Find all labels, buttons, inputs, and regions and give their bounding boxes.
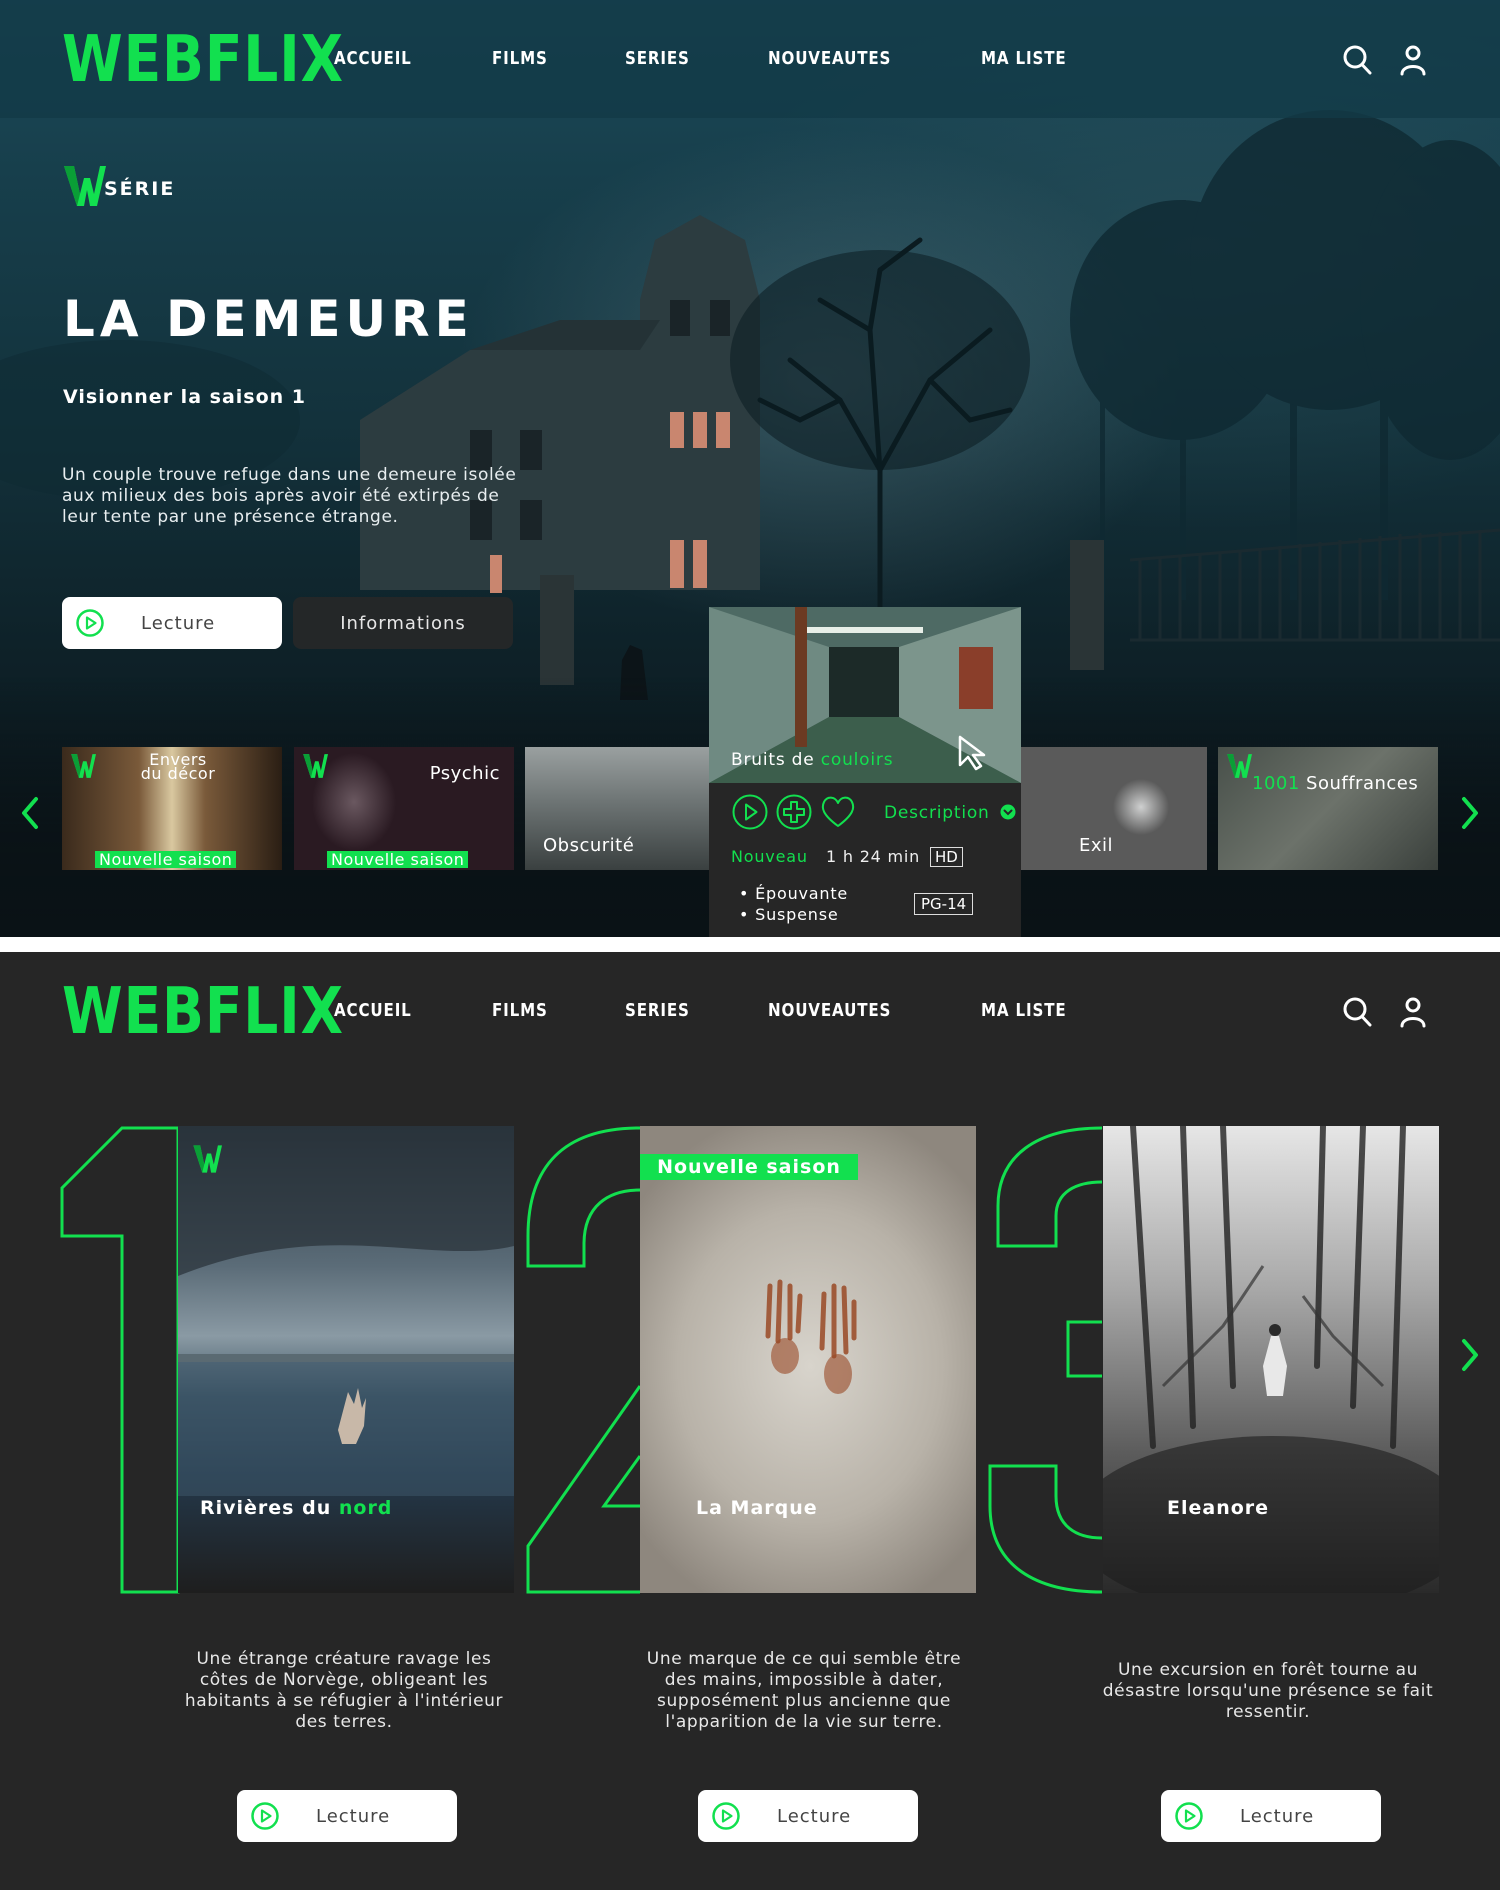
top-three-next-arrow-icon[interactable] [1458,1335,1482,1375]
genre-list: • Épouvante • Suspense [739,883,848,925]
mouse-cursor-icon [958,735,986,771]
webflix-w-icon [192,1142,222,1176]
main-nav: ACCUEIL FILMS SERIES NOUVEAUTES MA LISTE [334,1000,1148,1021]
la-marque-image [765,1279,857,1394]
user-icon[interactable] [1398,44,1428,76]
top-three-panel: WEBFLIX ACCUEIL FILMS SERIES NOUVEAUTES … [0,952,1500,1890]
hero-info-label: Informations [340,612,466,634]
webflix-logo[interactable]: WEBFLIX [62,26,344,94]
nav-item-series[interactable]: SERIES [625,48,690,69]
title-highlight: nord [338,1497,393,1519]
genre-item: • Épouvante [739,884,849,903]
nav-item-accueil[interactable]: ACCUEIL [334,48,412,69]
card-play-button[interactable]: Lecture [237,1790,457,1842]
carousel-item-title: Envers du décor [140,750,216,783]
hero-season-link[interactable]: Visionner la saison 1 [63,386,306,408]
card-play-button[interactable]: Lecture [698,1790,918,1842]
rank-number-2 [526,1126,642,1594]
webflix-w-icon [302,753,328,779]
webflix-w-icon [1226,753,1252,779]
card-play-label: Lecture [777,1805,852,1827]
card-title: La Marque [696,1497,818,1519]
rivieres-du-nord-image [178,1126,514,1496]
add-to-list-icon[interactable] [775,793,813,831]
card-play-label: Lecture [1240,1805,1315,1827]
eleanore-image [1103,1126,1439,1593]
hero-panel: WEBFLIX ACCUEIL FILMS SERIES NOUVEAUTES … [0,0,1500,937]
new-season-tag: Nouvelle saison [327,851,469,868]
nav-item-nouveautes[interactable]: NOUVEAUTES [768,1000,891,1021]
hero-info-button[interactable]: Informations [293,597,513,649]
carousel-item-1001-souffrances[interactable]: 1001 Souffrances [1218,747,1438,870]
carousel-next-arrow-icon[interactable] [1458,793,1482,833]
rank-number-1 [60,1126,180,1594]
carousel-item-obscurite[interactable]: Obscurité [525,747,710,870]
carousel-item-title: 1001 Souffrances [1252,773,1418,794]
nav-item-films[interactable]: FILMS [492,1000,548,1021]
carousel-item-title: Exil [1079,835,1114,856]
hero-title: LA DEMEURE [63,290,474,348]
description-label: Description [884,803,990,823]
expanded-title: Bruits de couloirs [731,750,893,770]
webflix-w-icon [70,753,96,779]
new-season-tag: Nouvelle saison [95,851,237,868]
webflix-w-icon [62,164,106,208]
play-icon[interactable] [731,793,769,831]
carousel-item-title: Obscurité [543,835,635,856]
card-description: Une marque de ce qui semble être des mai… [646,1649,962,1732]
search-icon[interactable] [1342,996,1372,1028]
webflix-logo[interactable]: WEBFLIX [62,978,344,1046]
top-card-eleanore[interactable]: Eleanore [1103,1126,1439,1593]
title-prefix: Bruits de [731,750,821,770]
hero-description: Un couple trouve refuge dans une demeure… [62,465,517,527]
play-icon [250,1801,280,1831]
duration-label: 1 h 24 min [826,847,921,866]
play-icon [75,608,105,638]
play-icon [711,1801,741,1831]
carousel-item-bruits-de-couloirs-expanded[interactable]: Bruits de couloirs Description Nouveau 1… [709,607,1021,937]
card-title: Eleanore [1167,1497,1270,1519]
serie-badge: SÉRIE [62,164,175,208]
serie-badge-label: SÉRIE [104,178,176,200]
top-card-rivieres-du-nord[interactable]: Rivières du nord [178,1126,514,1593]
hero-play-button[interactable]: Lecture [62,597,282,649]
status-label: Nouveau [731,847,808,866]
nav-item-ma-liste[interactable]: MA LISTE [981,1000,1067,1021]
card-play-label: Lecture [316,1805,391,1827]
carousel-item-psychic[interactable]: Psychic Nouvelle saison [294,747,514,870]
chevron-down-icon [1000,804,1016,820]
card-title: Rivières du nord [200,1497,392,1519]
carousel-item-envers-du-decor[interactable]: Envers du décor Nouvelle saison [62,747,282,870]
card-description: Une excursion en forêt tourne au désastr… [1102,1660,1434,1722]
top-card-la-marque[interactable]: Nouvelle saison La Marque [640,1126,976,1593]
quality-badge: HD [930,847,963,867]
card-description: Une étrange créature ravage les côtes de… [184,1649,504,1732]
card-play-button[interactable]: Lecture [1161,1790,1381,1842]
rating-badge: PG-14 [914,893,974,915]
title-prefix: Rivières du [200,1497,339,1519]
title-highlight: couloirs [820,750,894,770]
top-navigation-bar: WEBFLIX ACCUEIL FILMS SERIES NOUVEAUTES … [0,0,1500,118]
nav-item-series[interactable]: SERIES [625,1000,690,1021]
rank-number-3 [988,1126,1103,1594]
nav-item-ma-liste[interactable]: MA LISTE [981,48,1067,69]
title-highlight: 1001 [1252,773,1300,794]
user-icon[interactable] [1398,996,1428,1028]
carousel-item-exil[interactable]: Exil [1021,747,1207,870]
heart-icon[interactable] [819,793,857,831]
nav-item-films[interactable]: FILMS [492,48,548,69]
main-nav: ACCUEIL FILMS SERIES NOUVEAUTES MA LISTE [334,48,1148,69]
top-navigation-bar: WEBFLIX ACCUEIL FILMS SERIES NOUVEAUTES … [0,952,1500,1070]
carousel-prev-arrow-icon[interactable] [18,793,42,833]
new-season-tag: Nouvelle saison [640,1154,858,1180]
genre-item: • Suspense [739,905,839,924]
title-rest: Souffrances [1299,773,1419,794]
description-toggle[interactable]: Description [884,803,1016,823]
play-icon [1174,1801,1204,1831]
nav-item-accueil[interactable]: ACCUEIL [334,1000,412,1021]
nav-item-nouveautes[interactable]: NOUVEAUTES [768,48,891,69]
hero-play-label: Lecture [141,612,216,634]
carousel-item-title: Psychic [429,763,500,784]
search-icon[interactable] [1342,44,1372,76]
